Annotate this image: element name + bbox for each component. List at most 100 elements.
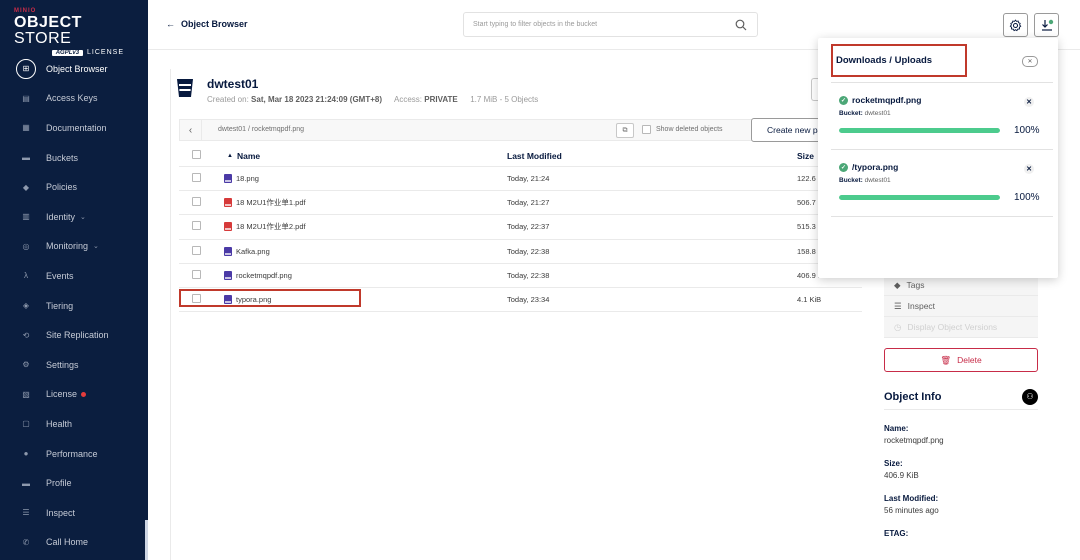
select-all-checkbox[interactable] — [192, 150, 201, 159]
sidebar-item-object-browser[interactable]: ⊞ Object Browser — [0, 54, 145, 84]
sidebar-item-buckets[interactable]: ▬ Buckets — [0, 143, 145, 173]
show-deleted-label: Show deleted objects — [656, 126, 723, 133]
license-icon: ▧ — [22, 389, 30, 399]
table-row[interactable]: 18 M2U1作业单2.pdf Today, 22:37 515.3 — [179, 215, 862, 240]
clear-transfers-button[interactable]: ✕ — [1022, 56, 1038, 67]
brand-title-bold: OBJECT — [14, 14, 82, 31]
row-checkbox[interactable] — [192, 197, 201, 207]
sidebar-item-policies[interactable]: ◆ Policies — [0, 172, 145, 202]
speed-icon: ● — [23, 449, 29, 459]
sidebar-item-settings[interactable]: ⚙ Settings — [0, 350, 145, 380]
minio-logo[interactable]: MINIO OBJECT STORE AGPLv3 LICENSE — [14, 8, 134, 56]
breadcrumb[interactable]: dwtest01 / rocketmqpdf.png — [218, 126, 304, 133]
share-icon[interactable]: ⚇ — [1022, 388, 1038, 405]
created-label: Created on: — [207, 95, 249, 104]
table-row[interactable]: typora.png Today, 23:34 4.1 KiB — [179, 288, 862, 313]
sidebar-item-label: Profile — [46, 478, 72, 489]
inspect-action[interactable]: ☰ Inspect — [884, 296, 1038, 317]
chevron-down-icon: ⌄ — [93, 243, 99, 251]
sidebar-item-label: Buckets — [46, 152, 79, 163]
row-checkbox[interactable] — [192, 173, 201, 183]
sidebar-item-profile[interactable]: ▬ Profile — [0, 468, 145, 498]
name-column-header[interactable]: ▲ Name — [215, 151, 507, 161]
file-modified: Today, 22:38 — [507, 246, 550, 256]
profile-icon: ▬ — [22, 478, 30, 488]
create-new-path-button[interactable]: Create new path — [751, 118, 826, 142]
progress-bar — [839, 128, 1000, 133]
back-button[interactable]: ← Object Browser — [166, 19, 248, 29]
downloads-button[interactable] — [1034, 13, 1059, 37]
brand-title: OBJECT STORE — [14, 15, 134, 47]
sidebar-scrollbar[interactable] — [145, 0, 148, 560]
sidebar-item-call-home[interactable]: ✆ Call Home — [0, 528, 145, 558]
tags-action[interactable]: ◆ Tags — [884, 275, 1038, 296]
bucket-value: dwtest01 — [864, 177, 891, 184]
tiers-icon: ◈ — [22, 301, 30, 311]
file-modified: Today, 21:27 — [507, 198, 550, 208]
sidebar-item-tiering[interactable]: ◈ Tiering — [0, 291, 145, 321]
sort-asc-icon: ▲ — [227, 152, 233, 159]
sidebar-item-performance[interactable]: ● Performance — [0, 439, 145, 469]
modified-column-header[interactable]: Last Modified — [507, 151, 797, 161]
row-checkbox[interactable] — [192, 269, 201, 279]
sync-icon: ⟲ — [22, 330, 30, 340]
delete-button[interactable]: 🗑 Delete — [884, 348, 1038, 372]
transfer-bucket: Bucket: dwtest01 — [839, 110, 1044, 117]
remove-transfer-button[interactable]: ✕ — [1024, 164, 1034, 174]
sidebar-item-label: Identity — [46, 211, 76, 222]
remove-transfer-button[interactable]: ✕ — [1024, 97, 1034, 107]
notification-dot — [81, 391, 87, 397]
divider — [831, 82, 1053, 83]
size-field-label: Size: — [884, 459, 903, 468]
sidebar-item-license[interactable]: ▧ License — [0, 380, 145, 410]
sidebar-item-access-keys[interactable]: ▤ Access Keys — [0, 84, 145, 114]
search-placeholder: Start typing to filter objects in the bu… — [473, 21, 598, 28]
sidebar-item-label: Object Browser — [46, 63, 108, 74]
transfers-title: Downloads / Uploads — [836, 55, 933, 66]
bucket-stats: 1.7 MiB - 5 Objects — [470, 95, 539, 104]
sidebar-item-health[interactable]: ▢ Health — [0, 409, 145, 439]
search-icon — [735, 19, 747, 31]
pdf-file-icon — [224, 198, 232, 208]
brand-title-light: STORE — [14, 30, 72, 47]
sidebar-item-documentation[interactable]: ▦ Documentation — [0, 113, 145, 143]
modified-field-value: 56 minutes ago — [884, 506, 939, 515]
copy-path-button[interactable]: ⧉ — [616, 123, 634, 138]
table-row[interactable]: 18 M2U1作业单1.pdf Today, 21:27 506.7 — [179, 191, 862, 216]
sidebar-item-label: Policies — [46, 182, 78, 193]
show-deleted-toggle[interactable]: Show deleted objects — [642, 125, 723, 134]
row-checkbox[interactable] — [192, 221, 201, 231]
sidebar-item-label: Monitoring — [46, 241, 89, 252]
arrow-left-icon: ← — [166, 19, 175, 29]
table-row[interactable]: rocketmqpdf.png Today, 22:38 406.9 KiB — [179, 264, 862, 288]
scrollbar-thumb[interactable] — [145, 520, 148, 560]
check-circle-icon: ✓ — [839, 95, 848, 105]
progress-bar — [839, 195, 1000, 200]
divider — [831, 149, 1053, 150]
modified-field-label: Last Modified: — [884, 494, 939, 503]
transfer-item: ✓ /typora.png Bucket: dwtest01 ✕ 100% — [839, 162, 1044, 203]
image-file-icon — [224, 246, 232, 256]
sidebar-item-inspect[interactable]: ☰ Inspect — [0, 498, 145, 528]
sidebar-item-label: Call Home — [46, 537, 89, 548]
sidebar-item-site-replication[interactable]: ⟲ Site Replication — [0, 320, 145, 350]
table-row[interactable]: Kafka.png Today, 22:38 158.8 — [179, 240, 862, 264]
file-name: 18 M2U1作业单2.pdf — [236, 222, 306, 232]
sidebar-item-identity[interactable]: ▥ Identity ⌄ — [0, 202, 145, 232]
sidebar-item-monitoring[interactable]: ◎ Monitoring ⌄ — [0, 232, 145, 262]
file-modified: Today, 21:24 — [507, 174, 550, 184]
sidebar-item-label: Events — [46, 270, 74, 281]
search-input[interactable]: Start typing to filter objects in the bu… — [463, 12, 758, 37]
created-value: Sat, Mar 18 2023 21:24:09 (GMT+8) — [251, 95, 382, 104]
size-field-value: 406.9 KiB — [884, 471, 919, 480]
image-file-icon — [224, 270, 232, 280]
sidebar-item-events[interactable]: λ Events — [0, 261, 145, 291]
row-checkbox[interactable] — [192, 245, 201, 255]
breadcrumb-back-button[interactable]: ‹ — [180, 120, 202, 140]
table-row[interactable]: 18.png Today, 21:24 122.6 — [179, 167, 862, 192]
settings-button[interactable] — [1003, 13, 1028, 37]
transfer-item: ✓ rocketmqpdf.png Bucket: dwtest01 ✕ 100% — [839, 95, 1044, 136]
sidebar: MINIO OBJECT STORE AGPLv3 LICENSE ⊞ Objec… — [0, 0, 148, 560]
search-icon: ◎ — [22, 241, 30, 251]
show-deleted-checkbox[interactable] — [642, 125, 651, 134]
